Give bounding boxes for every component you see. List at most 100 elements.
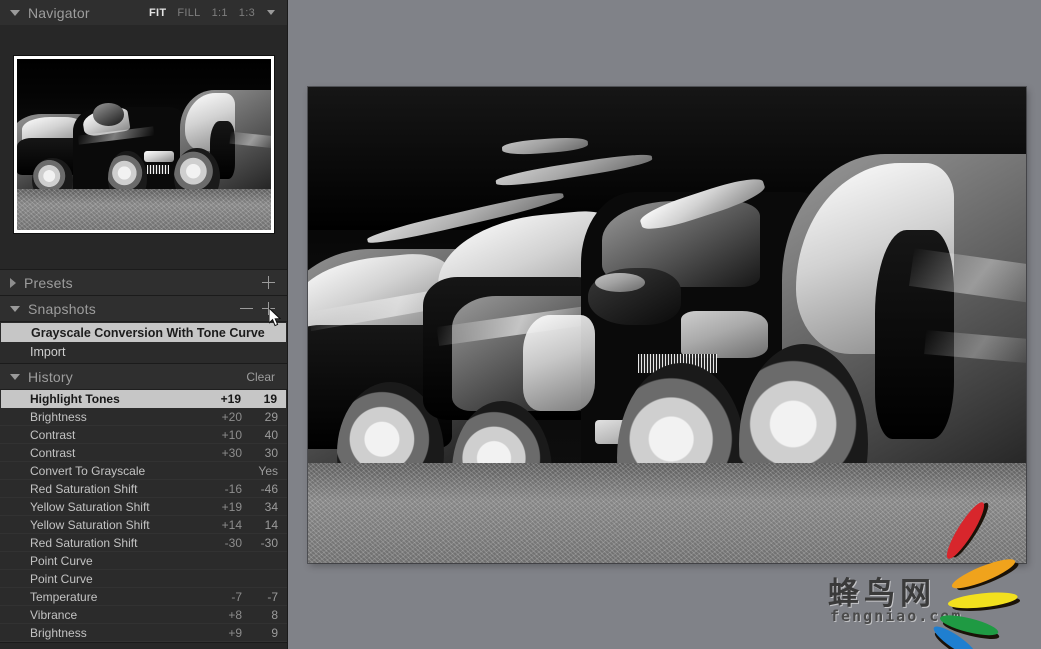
snapshot-label: Import — [30, 344, 66, 359]
history-step-value: -46 — [260, 481, 278, 496]
history-step-delta: +20 — [221, 409, 242, 424]
history-step-delta: +19 — [220, 391, 241, 406]
presets-actions — [262, 276, 275, 289]
history-row[interactable]: Contrast +30 30 — [0, 444, 287, 462]
car-main-chrome — [523, 315, 596, 411]
history-row[interactable]: Yellow Saturation Shift +19 34 — [0, 498, 287, 516]
triangle-down-icon[interactable] — [10, 373, 20, 380]
navigator-zoom-options: FIT FILL 1:1 1:3 — [149, 7, 275, 19]
navigator-preview-area[interactable] — [0, 25, 287, 270]
list-item[interactable]: Grayscale Conversion With Tone Curve — [1, 323, 286, 342]
main-photo — [308, 87, 1026, 563]
navigator-header[interactable]: Navigator FIT FILL 1:1 1:3 — [0, 0, 287, 25]
history-row[interactable]: Temperature -7 -7 — [0, 588, 287, 606]
history-step-delta: +14 — [221, 517, 242, 532]
feather-blue-icon — [930, 622, 980, 649]
zoom-option-1-1[interactable]: 1:1 — [212, 7, 228, 19]
history-step-delta: -7 — [231, 589, 242, 604]
history-row[interactable]: Yellow Saturation Shift +14 14 — [0, 516, 287, 534]
history-title: History — [28, 368, 73, 385]
history-step-value: 29 — [264, 409, 278, 424]
history-step-name: Contrast — [30, 445, 76, 460]
history-step-name: Red Saturation Shift — [30, 481, 138, 496]
history-row[interactable]: Point Curve — [0, 570, 287, 588]
snapshots-actions — [240, 302, 275, 315]
history-step-name: Temperature — [30, 589, 98, 604]
history-step-delta: +8 — [228, 607, 242, 622]
history-step-name: Brightness — [30, 409, 87, 424]
history-step-name: Point Curve — [30, 553, 93, 568]
list-item[interactable]: Import — [0, 342, 287, 361]
snapshots-section: Snapshots Grayscale Conversion With Tone… — [0, 296, 287, 364]
triangle-down-icon[interactable] — [10, 9, 20, 16]
history-step-name: Contrast — [30, 427, 76, 442]
history-step-value: 34 — [264, 499, 278, 514]
zoom-option-fit[interactable]: FIT — [149, 7, 166, 19]
history-row[interactable]: Vibrance +8 8 — [0, 606, 287, 624]
navigator-photo — [17, 59, 271, 230]
history-step-value: 19 — [263, 391, 277, 406]
left-side-panel: Navigator FIT FILL 1:1 1:3 Presets Snaps… — [0, 0, 288, 649]
feather-yellow-icon — [947, 589, 1019, 611]
history-row[interactable]: Highlight Tones +19 19 — [1, 390, 286, 408]
history-step-delta: +19 — [221, 499, 242, 514]
history-row[interactable]: Point Curve — [0, 552, 287, 570]
history-step-name: Red Saturation Shift — [30, 535, 138, 550]
history-row[interactable]: Red Saturation Shift -30 -30 — [0, 534, 287, 552]
history-step-delta: -16 — [224, 481, 242, 496]
history-section: History Clear Highlight Tones +19 19 Bright… — [0, 364, 287, 643]
snapshots-list: Grayscale Conversion With Tone Curve Imp… — [0, 321, 287, 363]
navigator-title: Navigator — [28, 4, 90, 21]
chevron-down-icon[interactable] — [267, 10, 275, 15]
history-step-value: 40 — [264, 427, 278, 442]
history-header[interactable]: History Clear — [0, 364, 287, 389]
plus-icon[interactable] — [262, 302, 275, 315]
watermark-chinese-text: 蜂鸟网 — [828, 576, 936, 612]
zoom-option-fill[interactable]: FILL — [177, 7, 200, 19]
car-main-chrome-2 — [681, 310, 768, 359]
minus-icon[interactable] — [240, 302, 253, 315]
zoom-option-1-3[interactable]: 1:3 — [239, 7, 255, 19]
presets-header[interactable]: Presets — [0, 270, 287, 295]
history-step-value: 8 — [271, 607, 278, 622]
history-step-name: Yellow Saturation Shift — [30, 499, 150, 514]
car-centre-vent — [146, 165, 170, 174]
watermark-latin-text: fengniao.com — [830, 607, 963, 625]
feather-green-icon — [938, 611, 1000, 640]
clear-history-button[interactable]: Clear — [246, 370, 275, 384]
history-step-value: Yes — [258, 463, 278, 478]
presets-section: Presets — [0, 270, 287, 296]
history-step-value: 30 — [264, 445, 278, 460]
history-step-name: Convert To Grayscale — [30, 463, 146, 478]
history-step-name: Brightness — [30, 625, 87, 640]
navigator-thumbnail[interactable] — [14, 56, 274, 233]
car-centre-mirror — [93, 103, 124, 126]
history-step-delta: +10 — [221, 427, 242, 442]
triangle-down-icon[interactable] — [10, 305, 20, 312]
photo-ground — [17, 188, 271, 230]
snapshot-label: Grayscale Conversion With Tone Curve — [31, 325, 265, 340]
history-step-name: Vibrance — [30, 607, 78, 622]
history-step-delta: +9 — [228, 625, 242, 640]
history-row[interactable]: Brightness +9 9 — [0, 624, 287, 642]
history-row[interactable]: Convert To Grayscale Yes — [0, 462, 287, 480]
snapshots-header[interactable]: Snapshots — [0, 296, 287, 321]
history-step-name: Highlight Tones — [30, 391, 120, 406]
car-centre-sill — [144, 151, 175, 162]
history-row[interactable]: Red Saturation Shift -16 -46 — [0, 480, 287, 498]
plus-icon[interactable] — [262, 276, 275, 289]
history-step-name: Point Curve — [30, 571, 93, 586]
history-step-delta: -30 — [224, 535, 242, 550]
triangle-right-icon[interactable] — [10, 277, 16, 288]
snapshots-title: Snapshots — [28, 300, 96, 317]
presets-title: Presets — [24, 274, 73, 291]
history-row[interactable]: Contrast +10 40 — [0, 426, 287, 444]
history-step-value: 9 — [271, 625, 278, 640]
history-step-value: -30 — [260, 535, 278, 550]
history-step-name: Yellow Saturation Shift — [30, 517, 150, 532]
photo-ground — [308, 463, 1026, 563]
main-image-preview[interactable] — [308, 87, 1026, 563]
history-row[interactable]: Brightness +20 29 — [0, 408, 287, 426]
car-main-mirror-glint — [595, 272, 646, 292]
history-step-value: 14 — [264, 517, 278, 532]
